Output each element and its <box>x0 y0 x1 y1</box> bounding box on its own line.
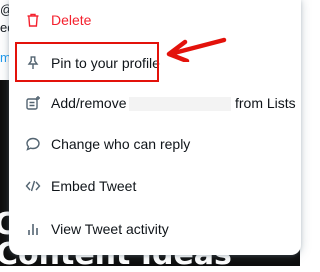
menu-item-label: Delete <box>51 12 92 28</box>
list-add-icon <box>25 95 41 111</box>
annotation-highlight-box <box>15 42 159 82</box>
menu-item-embed-tweet[interactable]: Embed Tweet <box>9 166 301 206</box>
tweet-options-menu: Delete Pin to your profile Add/remove fr… <box>9 0 301 255</box>
menu-item-view-activity[interactable]: View Tweet activity <box>9 209 301 249</box>
menu-item-change-reply[interactable]: Change who can reply <box>9 124 301 164</box>
speech-bubble-icon <box>25 136 41 152</box>
annotation-arrow-icon <box>166 37 227 62</box>
menu-item-label-suffix: from Lists <box>235 95 296 111</box>
trash-icon <box>25 12 41 28</box>
menu-item-label: View Tweet activity <box>51 221 169 237</box>
menu-item-delete[interactable]: Delete <box>9 0 301 40</box>
bar-chart-icon <box>25 221 41 237</box>
code-icon <box>25 178 41 194</box>
menu-item-label: Embed Tweet <box>51 178 137 194</box>
menu-item-label: Change who can reply <box>51 136 191 152</box>
redacted-list-name <box>129 97 231 111</box>
menu-item-label: Add/remove <box>51 95 127 111</box>
